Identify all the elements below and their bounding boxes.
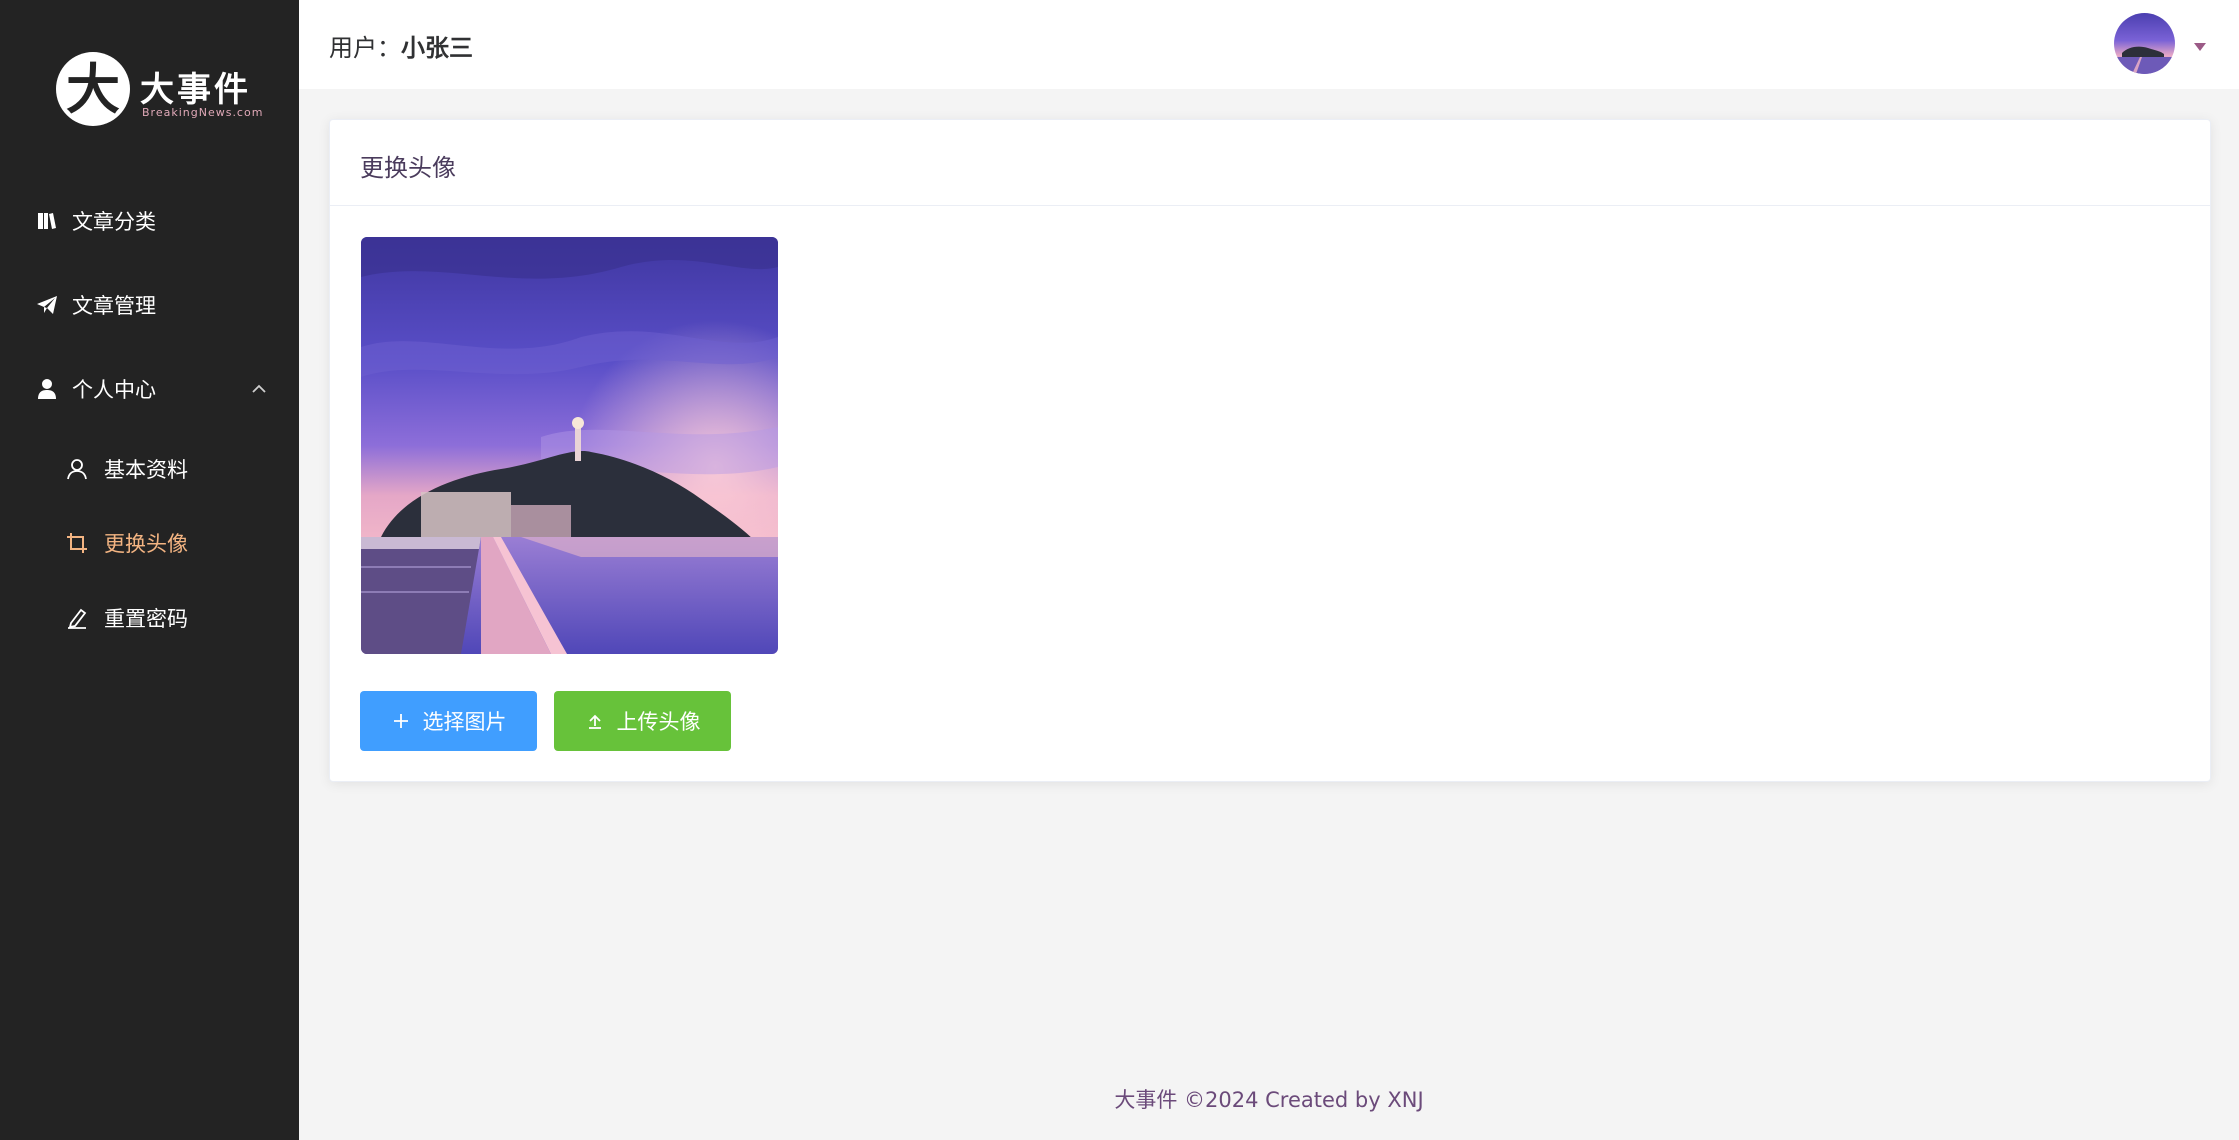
upload-icon xyxy=(585,711,605,731)
sidebar-item-label: 更换头像 xyxy=(104,532,188,556)
logo-subtitle: BreakingNews.com xyxy=(142,106,264,119)
sidebar-item-article-category[interactable]: 文章分类 xyxy=(0,193,299,249)
card-title: 更换头像 xyxy=(360,154,456,182)
book-icon xyxy=(34,208,60,234)
logo-title: 大事件 xyxy=(140,70,251,110)
sidebar-item-article-manage[interactable]: 文章管理 xyxy=(0,277,299,333)
sidebar-item-label: 重置密码 xyxy=(104,607,188,631)
sidebar-item-change-avatar[interactable]: 更换头像 xyxy=(0,515,299,571)
edit-pen-icon xyxy=(64,605,90,631)
upload-avatar-label: 上传头像 xyxy=(616,710,701,734)
upload-avatar-button[interactable]: 上传头像 xyxy=(554,691,731,751)
change-avatar-card: 更换头像 选择图片 上传头像 xyxy=(329,119,2211,782)
select-image-label: 选择图片 xyxy=(422,710,507,734)
sidebar-item-label: 文章管理 xyxy=(72,294,156,318)
sidebar-item-label: 基本资料 xyxy=(104,458,188,482)
crop-icon xyxy=(64,530,90,556)
plus-icon xyxy=(391,711,411,731)
paper-plane-icon xyxy=(34,292,60,318)
top-header: 用户：小张三 xyxy=(299,0,2239,89)
sidebar: 大 大事件 BreakingNews.com 文章分类 文章管理 个人中心 基本… xyxy=(0,0,299,1140)
user-outline-icon xyxy=(64,456,90,482)
sidebar-item-reset-password[interactable]: 重置密码 xyxy=(0,590,299,646)
sidebar-item-basic-info[interactable]: 基本资料 xyxy=(0,441,299,497)
select-image-button[interactable]: 选择图片 xyxy=(360,691,537,751)
avatar-preview-image xyxy=(361,237,778,654)
sidebar-item-personal-center[interactable]: 个人中心 xyxy=(0,361,299,417)
avatar[interactable] xyxy=(2114,13,2175,74)
user-name: 小张三 xyxy=(401,34,473,62)
logo-circle: 大 xyxy=(56,52,130,126)
chevron-up-icon xyxy=(249,379,269,399)
user-prefix-label: 用户： xyxy=(329,34,401,62)
logo-glyph: 大 xyxy=(66,57,120,121)
card-header: 更换头像 xyxy=(330,120,2210,206)
sidebar-item-label: 文章分类 xyxy=(72,210,156,234)
current-user: 用户：小张三 xyxy=(329,28,473,63)
caret-down-icon[interactable] xyxy=(2193,38,2207,51)
user-icon xyxy=(34,376,60,402)
footer: 大事件 ©2024 Created by XNJ xyxy=(1114,1088,1424,1112)
sidebar-item-label: 个人中心 xyxy=(72,378,156,402)
logo: 大 大事件 BreakingNews.com xyxy=(56,48,262,132)
